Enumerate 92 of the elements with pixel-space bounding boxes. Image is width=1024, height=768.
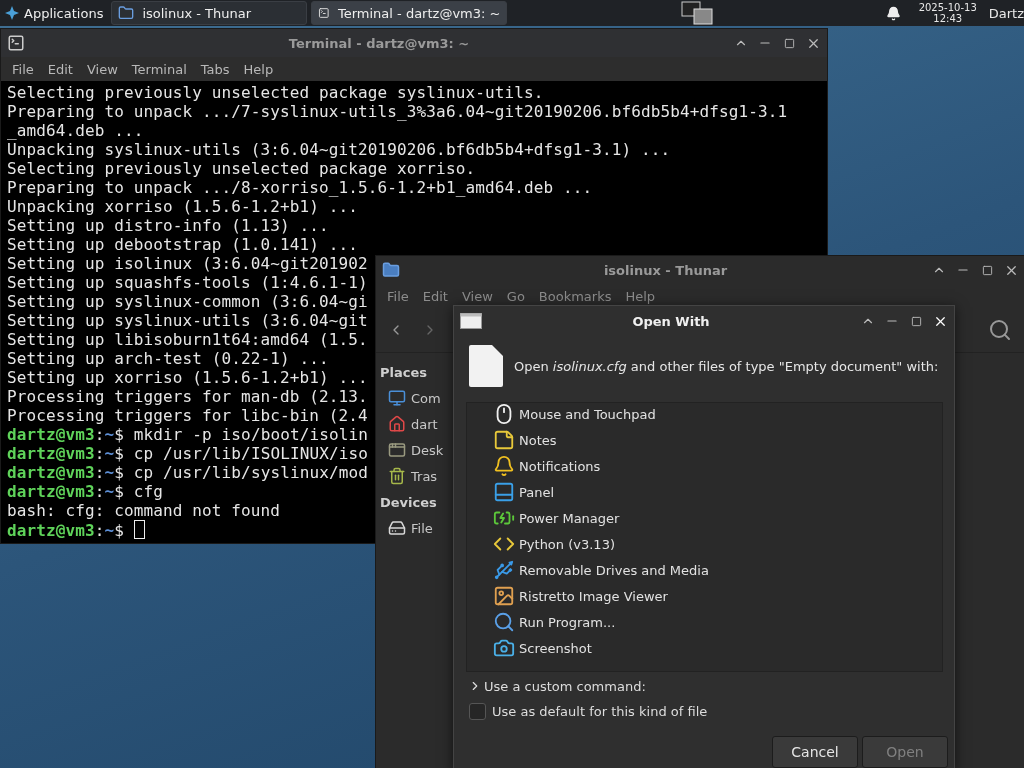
- terminal-line: dartz@vm3:~$: [7, 521, 126, 540]
- terminal-line: Setting up squashfs-tools (1:4.6.1-1): [7, 273, 368, 292]
- application-item[interactable]: Notifications: [467, 453, 942, 479]
- search-icon: [988, 318, 1012, 342]
- window-icon: [460, 313, 482, 329]
- note-icon: [493, 429, 515, 451]
- applications-menu[interactable]: Applications: [0, 1, 108, 25]
- camera-icon: [493, 637, 515, 659]
- terminal-line: Processing triggers for libc-bin (2.4: [7, 406, 368, 425]
- clock[interactable]: 2025-10-13 12:43: [918, 2, 977, 24]
- terminal-line: Selecting previously unselected package syslinux-utils.: [7, 83, 544, 102]
- taskbar-button[interactable]: isolinux - Thunar: [111, 1, 308, 25]
- sidebar-heading: Devices: [380, 494, 437, 510]
- magnifier-icon: [493, 611, 515, 633]
- image-icon: [493, 585, 515, 607]
- document-icon: [468, 344, 504, 388]
- terminal-line: Setting up isolinux (3:6.04~git201902: [7, 254, 368, 273]
- maximize-icon: [783, 37, 795, 49]
- window-title: isolinux - Thunar: [602, 262, 729, 278]
- sidebar-item[interactable]: Tras: [380, 463, 438, 489]
- terminal-line: Setting up syslinux-common (3:6.04~gi: [7, 292, 368, 311]
- terminal-line: dartz@vm3:~$ cfg: [7, 482, 164, 501]
- terminal-line: _amd64.deb ...: [7, 121, 144, 140]
- drive-icon: [388, 519, 406, 537]
- terminal-line: Processing triggers for man-db (2.13.: [7, 387, 368, 406]
- notification-icon[interactable]: [885, 5, 901, 21]
- menu-item[interactable]: File: [7, 61, 39, 77]
- maximize-icon: [910, 315, 922, 327]
- checkbox-label: Use as default for this kind of file: [492, 704, 708, 719]
- terminal-line: Unpacking xorriso (1.5.6-1.2+b1) ...: [7, 197, 359, 216]
- application-item[interactable]: Mouse and Touchpad: [467, 403, 942, 427]
- usb-icon: [493, 559, 515, 581]
- sidebar-item[interactable]: File: [380, 515, 433, 541]
- menu-item[interactable]: Help: [238, 61, 279, 77]
- desktop-icon: [388, 441, 406, 459]
- terminal-line: dartz@vm3:~$ cp /usr/lib/syslinux/mod: [7, 463, 368, 482]
- sidebar-item[interactable]: Com: [380, 385, 441, 411]
- application-item[interactable]: Ristretto Image Viewer: [467, 583, 942, 609]
- menu-item[interactable]: Bookmarks: [533, 288, 617, 304]
- terminal-line: bash: cfg: command not found: [7, 501, 281, 520]
- checkbox[interactable]: [469, 703, 486, 720]
- window-title: Terminal - dartz@vm3: ~: [287, 35, 471, 51]
- user-name[interactable]: Dartz: [988, 5, 1024, 21]
- terminal-icon: [318, 5, 330, 21]
- application-item[interactable]: Removable Drives and Media: [467, 557, 942, 583]
- terminal-line: dartz@vm3:~$ cp /usr/lib/ISOLINUX/iso: [7, 444, 368, 463]
- application-item[interactable]: Panel: [467, 479, 942, 505]
- custom-command-expander[interactable]: Use a custom command:: [468, 678, 954, 694]
- sidebar-heading: Places: [380, 364, 428, 380]
- dialog-message: Open isolinux.cfg and other files of type "Empty document" with:: [514, 358, 939, 374]
- terminal-line: Setting up debootstrap (1.0.141) ...: [7, 235, 359, 254]
- application-item[interactable]: Notes: [467, 427, 942, 453]
- dialog-button[interactable]: Cancel: [772, 736, 858, 768]
- terminal-line: dartz@vm3:~$ mkdir -p iso/boot/isolin: [7, 425, 368, 444]
- menu-item[interactable]: Go: [501, 288, 530, 304]
- computer-icon: [388, 389, 406, 407]
- application-item[interactable]: Run Program...: [467, 609, 942, 635]
- menu-item[interactable]: View: [81, 61, 123, 77]
- maximize-icon: [981, 264, 993, 276]
- application-item[interactable]: Screenshot: [467, 635, 942, 661]
- terminal-line: Preparing to unpack .../8-xorriso_1.5.6-1.2+b1_amd64.deb ...: [7, 178, 593, 197]
- menu-item[interactable]: Help: [620, 288, 661, 304]
- terminal-line: Setting up libisoburn1t64:amd64 (1.5.: [7, 330, 368, 349]
- terminal-line: Preparing to unpack .../7-syslinux-utils_3%3a6.04~git20190206.bf6db5b4+dfsg1-3.1: [7, 102, 788, 121]
- menu-item[interactable]: File: [382, 288, 414, 304]
- menu-item[interactable]: Edit: [417, 288, 453, 304]
- terminal-line: Setting up xorriso (1.5.6-1.2+b1) ...: [7, 368, 368, 387]
- window-title: Open With: [631, 313, 711, 329]
- home-icon: [388, 415, 406, 433]
- sidebar-item[interactable]: dart: [380, 411, 438, 437]
- menu-item[interactable]: Terminal: [126, 61, 192, 77]
- logo-icon: [4, 5, 20, 21]
- terminal-icon: [7, 34, 25, 52]
- panel-icon: [493, 481, 515, 503]
- workspace-icon[interactable]: [679, 1, 714, 25]
- menu-item[interactable]: View: [456, 288, 498, 304]
- search-button[interactable]: [987, 317, 1013, 343]
- bell-icon: [493, 455, 515, 477]
- taskbar-button[interactable]: Terminal - dartz@vm3: ~: [311, 1, 508, 25]
- folder-icon: [118, 5, 135, 21]
- terminal-line: Setting up syslinux-utils (3:6.04~git: [7, 311, 368, 330]
- menu-item[interactable]: Edit: [42, 61, 78, 77]
- terminal-line: Setting up arch-test (0.22-1) ...: [7, 349, 329, 368]
- application-item[interactable]: Power Manager: [467, 505, 942, 531]
- trash-icon: [388, 467, 406, 485]
- terminal-line: Selecting previously unselected package xorriso.: [7, 159, 476, 178]
- folder-icon: [382, 261, 400, 279]
- application-item[interactable]: Python (v3.13): [467, 531, 942, 557]
- sidebar-item[interactable]: Desk: [380, 437, 444, 463]
- terminal-line: Unpacking syslinux-utils (3:6.04~git20190206.bf6db5b4+dfsg1-3.1) ...: [7, 140, 671, 159]
- terminal-line: Setting up distro-info (1.13) ...: [7, 216, 329, 235]
- menu-item[interactable]: Tabs: [195, 61, 235, 77]
